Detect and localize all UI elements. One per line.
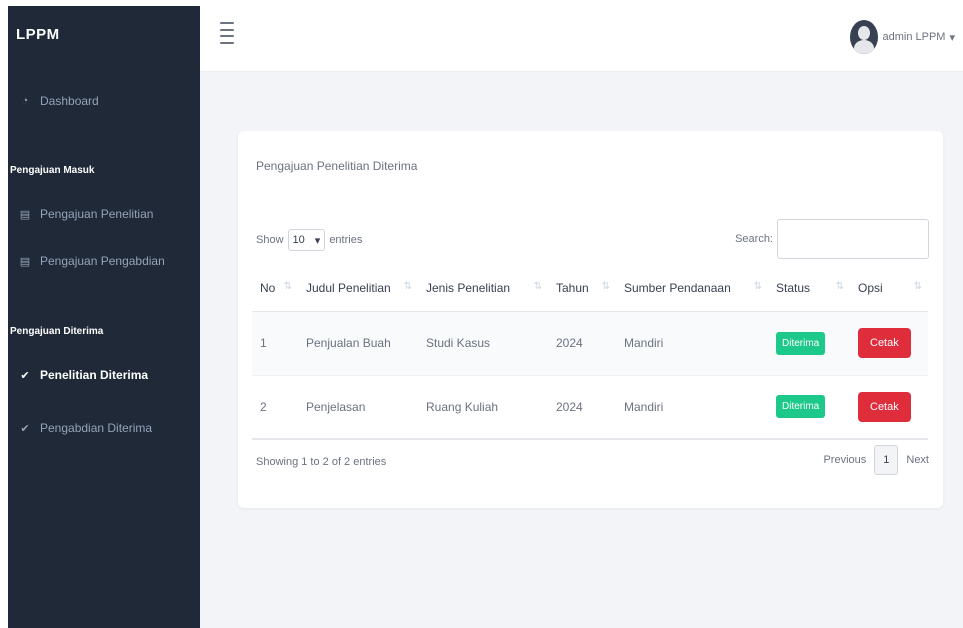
status-badge: Diterima [776,331,826,355]
search-input[interactable] [777,219,929,259]
table-row: 1 Penjualan Buah Studi Kasus 2024 Mandir… [252,311,928,376]
cell-opsi: Cetak [850,311,928,376]
table-row: 2 Penjelasan Ruang Kuliah 2024 Mandiri D… [252,375,928,440]
cell-tahun: 2024 [548,311,616,376]
user-name[interactable]: admin LPPM [882,31,945,43]
topbar: admin LPPM ▾ [200,6,963,72]
column-header-jenis[interactable]: Jenis Penelitian ⇅ [418,265,548,312]
sort-icon: ⇅ [601,281,610,292]
column-header-judul[interactable]: Judul Penelitian ⇅ [298,265,418,312]
user-menu[interactable]: admin LPPM ▾ [850,20,955,54]
search-wrap: Search: [735,219,929,259]
column-header-status[interactable]: Status ⇅ [768,265,850,312]
entries-select[interactable]: 10 ▾ [287,229,326,251]
check-icon: ✔ [20,422,30,435]
card-title: Pengajuan Penelitian Diterima [256,159,418,173]
cell-tahun: 2024 [548,375,616,440]
chevron-down-icon[interactable]: ▾ [949,31,955,44]
sidebar-item-pengajuan-pengabdian[interactable]: ▤ Pengajuan Pengabdian [18,254,165,268]
cell-no: 1 [252,311,298,376]
entries-value: 10 [292,234,305,246]
cetak-button[interactable]: Cetak [858,391,911,422]
pagination-page-1[interactable]: 1 [874,445,899,475]
data-card: Pengajuan Penelitian Diterima Show 10 ▾ … [238,131,943,508]
cell-status: Diterima [768,375,850,440]
sort-icon: ⇅ [835,281,844,292]
table-info: Showing 1 to 2 of 2 entries [256,456,387,468]
sort-icon: ⇅ [913,281,922,292]
check-icon: ✔ [20,369,30,382]
pagination-previous[interactable]: Previous [823,454,866,466]
cell-no: 2 [252,375,298,440]
sidebar-item-pengabdian-diterima[interactable]: ✔ Pengabdian Diterima [18,421,152,435]
cell-jenis: Studi Kasus [418,311,548,376]
cell-judul: Penjualan Buah [298,311,418,376]
data-table: No ⇅ Judul Penelitian ⇅ Jenis Penelitian ⇅ … [252,265,928,440]
cell-sumber: Mandiri [616,311,768,376]
sort-icon: ⇅ [753,281,762,292]
gauge-icon: ◔ [21,95,29,107]
sort-icon: ⇅ [403,281,412,292]
sidebar-item-pengajuan-penelitian[interactable]: ▤ Pengajuan Penelitian [18,207,154,221]
sidebar-item-label: Pengajuan Pengabdian [40,254,165,268]
search-label: Search: [735,233,773,245]
column-header-sumber[interactable]: Sumber Pendanaan ⇅ [616,265,768,312]
pagination: Previous 1 Next [823,445,929,475]
pagination-next[interactable]: Next [906,454,929,466]
cell-sumber: Mandiri [616,375,768,440]
column-header-no[interactable]: No ⇅ [252,265,298,312]
sidebar-item-label: Penelitian Diterima [40,368,149,382]
show-entries: Show 10 ▾ entries [256,229,362,251]
status-badge: Diterima [776,395,826,419]
brand-logo[interactable]: LPPM [16,26,60,43]
sort-icon: ⇅ [283,281,292,292]
entries-label: entries [329,234,363,246]
user-avatar-icon[interactable] [850,20,879,54]
table-header-row: No ⇅ Judul Penelitian ⇅ Jenis Penelitian ⇅ … [252,265,928,312]
cetak-button[interactable]: Cetak [858,328,911,358]
document-icon: ▤ [19,255,31,268]
cell-opsi: Cetak [850,375,928,440]
chevron-down-icon: ▾ [314,234,321,247]
sidebar-heading-diterima: Pengajuan Diterima [10,326,104,337]
cell-judul: Penjelasan [298,375,418,440]
sidebar-item-penelitian-diterima[interactable]: ✔ Penelitian Diterima [18,368,148,382]
cell-status: Diterima [768,311,850,376]
show-label: Show [256,234,284,246]
menu-icon[interactable] [220,22,234,44]
cell-jenis: Ruang Kuliah [418,375,548,440]
sidebar-heading-masuk: Pengajuan Masuk [10,165,95,176]
sidebar-item-dashboard[interactable]: ◔ Dashboard [18,94,99,108]
sort-icon: ⇅ [533,281,542,292]
sidebar-item-label: Pengajuan Penelitian [40,207,154,221]
sidebar: LPPM ◔ Dashboard Pengajuan Masuk ▤ Penga… [8,6,200,628]
column-header-opsi[interactable]: Opsi ⇅ [850,265,928,312]
sidebar-item-label: Pengabdian Diterima [40,421,153,435]
document-icon: ▤ [19,208,31,221]
column-header-tahun[interactable]: Tahun ⇅ [548,265,616,312]
sidebar-item-label: Dashboard [40,94,99,108]
